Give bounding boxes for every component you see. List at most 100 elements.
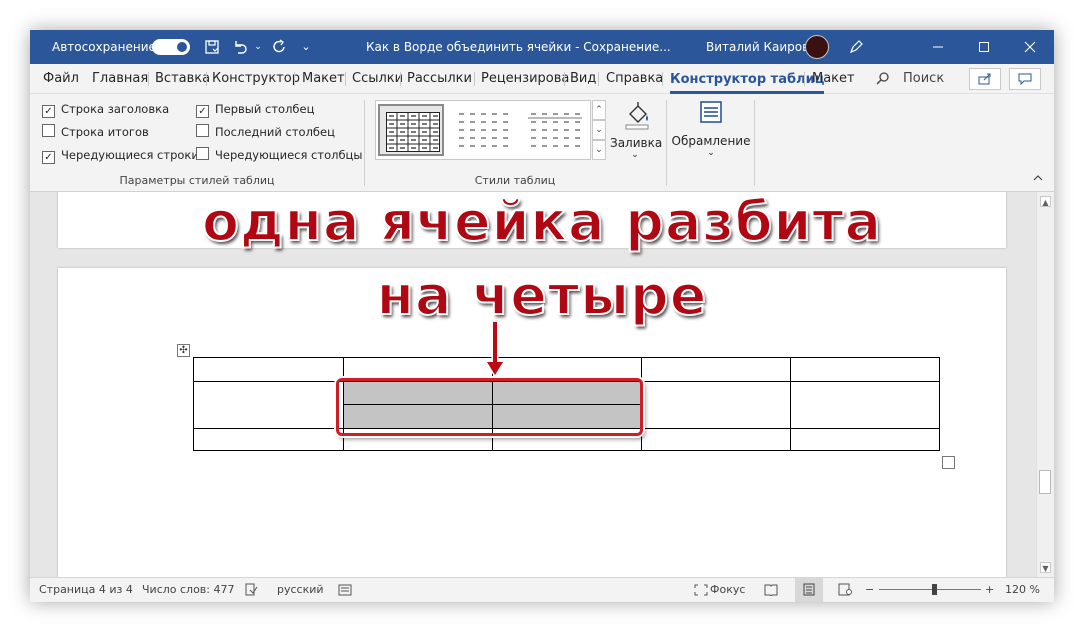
- group-separator: [666, 100, 667, 186]
- scroll-thumb[interactable]: [1039, 470, 1051, 494]
- read-mode-icon[interactable]: [764, 578, 778, 602]
- table-move-handle-icon[interactable]: ✣: [177, 344, 190, 357]
- banded-columns-checkbox[interactable]: Чередующиеся столбцы: [196, 146, 362, 164]
- toggle-knob: [177, 42, 187, 52]
- tab-table-layout[interactable]: Макет: [812, 64, 855, 94]
- tab-separator: [662, 72, 663, 86]
- gallery-scroll-up[interactable]: ⌃: [592, 100, 606, 120]
- header-row-checkbox[interactable]: ✓ Строка заголовка: [42, 100, 169, 118]
- tab-design[interactable]: Конструктор: [212, 64, 300, 94]
- gallery-scroll-down[interactable]: ⌄: [592, 120, 606, 140]
- proofing-icon[interactable]: [244, 578, 258, 602]
- borders-dropdown-icon: ⌄: [707, 148, 715, 158]
- customize-qat-icon[interactable]: ⌄: [296, 30, 316, 64]
- table-cell[interactable]: [641, 381, 791, 429]
- tab-layout[interactable]: Макет: [302, 64, 345, 94]
- table-cell[interactable]: [193, 381, 344, 429]
- table-style-light-2[interactable]: [522, 104, 588, 156]
- focus-icon[interactable]: [694, 578, 708, 602]
- checkbox-box: ✓: [42, 151, 55, 164]
- checkbox-box: [42, 124, 55, 137]
- tab-separator: [598, 72, 599, 86]
- tab-help[interactable]: Справка: [606, 64, 663, 94]
- redo-icon[interactable]: [270, 30, 290, 64]
- table-style-light-1[interactable]: [450, 104, 516, 156]
- first-column-checkbox[interactable]: ✓ Первый столбец: [196, 100, 314, 118]
- save-icon[interactable]: [202, 30, 222, 64]
- table-cell[interactable]: [193, 428, 344, 451]
- gallery-expand[interactable]: ⌄: [592, 140, 606, 160]
- tab-separator: [148, 72, 149, 86]
- table-cell[interactable]: [641, 357, 791, 382]
- tab-mailings[interactable]: Рассылки: [407, 64, 472, 94]
- document-title: Как в Ворде объединить ячейки - Сохранен…: [366, 40, 671, 54]
- title-bar: Автосохранение ⌄ ⌄ Как в Ворде объединит…: [30, 30, 1054, 64]
- print-layout-icon[interactable]: [795, 578, 823, 602]
- ribbon-tabs: Файл Главная Вставка Конструктор Макет С…: [30, 64, 1054, 94]
- table-cell[interactable]: [790, 381, 940, 429]
- highlight-frame: [336, 378, 643, 436]
- comments-button[interactable]: [1009, 68, 1041, 90]
- table-styles-group-label: Стили таблиц: [474, 174, 556, 187]
- autosave-toggle[interactable]: [152, 39, 190, 55]
- table-style-plain-grid[interactable]: [378, 104, 444, 156]
- shading-dropdown-icon: ⌄: [631, 150, 639, 160]
- annotation-line-2: на четыре: [376, 263, 708, 328]
- table-cell[interactable]: [790, 357, 940, 382]
- tab-separator: [474, 72, 475, 86]
- maximize-icon[interactable]: [961, 30, 1007, 64]
- tab-home[interactable]: Главная: [92, 64, 148, 94]
- zoom-out-button[interactable]: −: [865, 578, 874, 602]
- table-cell[interactable]: [193, 357, 344, 382]
- search-label[interactable]: Поиск: [903, 64, 944, 94]
- borders-button[interactable]: Обрамление ⌄: [670, 98, 752, 168]
- focus-label[interactable]: Фокус: [710, 578, 745, 602]
- collapse-ribbon-icon[interactable]: [1033, 174, 1043, 185]
- zoom-level[interactable]: 120 %: [1005, 578, 1040, 602]
- language[interactable]: русский: [277, 578, 324, 602]
- scroll-down-icon[interactable]: ▼: [1040, 562, 1051, 573]
- checkbox-box: ✓: [196, 105, 209, 118]
- checkbox-box: ✓: [42, 105, 55, 118]
- banded-rows-checkbox[interactable]: ✓ Чередующиеся строки: [42, 146, 199, 164]
- web-layout-icon[interactable]: [838, 578, 852, 602]
- tab-table-design[interactable]: Конструктор таблиц: [670, 64, 825, 94]
- annotation-arrow: [484, 322, 506, 378]
- accessibility-icon[interactable]: [338, 578, 352, 602]
- share-button[interactable]: [969, 68, 1001, 90]
- minimize-icon[interactable]: [915, 30, 961, 64]
- last-column-checkbox[interactable]: Последний столбец: [196, 123, 335, 141]
- shading-button[interactable]: Заливка ⌄: [610, 98, 663, 168]
- checkbox-label: Чередующиеся строки: [61, 148, 199, 162]
- tab-insert[interactable]: Вставка: [155, 64, 210, 94]
- grid-icon: [386, 112, 440, 152]
- pen-icon[interactable]: [833, 30, 879, 64]
- zoom-slider[interactable]: [879, 589, 981, 590]
- search-icon[interactable]: [876, 71, 890, 89]
- table-cell[interactable]: [641, 428, 791, 451]
- zoom-slider-thumb[interactable]: [932, 584, 937, 595]
- total-row-checkbox[interactable]: Строка итогов: [42, 123, 149, 141]
- table-resize-handle[interactable]: [942, 456, 955, 469]
- tab-review[interactable]: Рецензирова: [481, 64, 569, 94]
- close-icon[interactable]: [1007, 30, 1053, 64]
- tab-view[interactable]: Вид: [570, 64, 596, 94]
- ribbon-panel: ✓ Строка заголовка Строка итогов ✓ Чередую…: [30, 94, 1054, 192]
- undo-icon[interactable]: [230, 30, 250, 64]
- tab-file[interactable]: Файл: [43, 64, 79, 94]
- checkbox-label: Последний столбец: [215, 125, 335, 139]
- shading-label: Заливка: [610, 136, 663, 150]
- tab-separator: [345, 72, 346, 86]
- tab-separator: [804, 72, 805, 86]
- undo-dropdown-icon[interactable]: ⌄: [248, 30, 268, 64]
- status-bar: Страница 4 из 4 Число слов: 477 русский …: [30, 577, 1054, 602]
- page-count[interactable]: Страница 4 из 4: [39, 578, 133, 602]
- group-separator: [754, 100, 755, 186]
- user-avatar[interactable]: [805, 35, 829, 59]
- tab-references[interactable]: Ссылки: [352, 64, 403, 94]
- word-count[interactable]: Число слов: 477: [142, 578, 235, 602]
- table-cell[interactable]: [790, 428, 940, 451]
- user-name[interactable]: Виталий Каиров: [706, 30, 809, 64]
- zoom-in-button[interactable]: +: [985, 578, 994, 602]
- title-dropdown-icon[interactable]: ⌄: [636, 30, 644, 64]
